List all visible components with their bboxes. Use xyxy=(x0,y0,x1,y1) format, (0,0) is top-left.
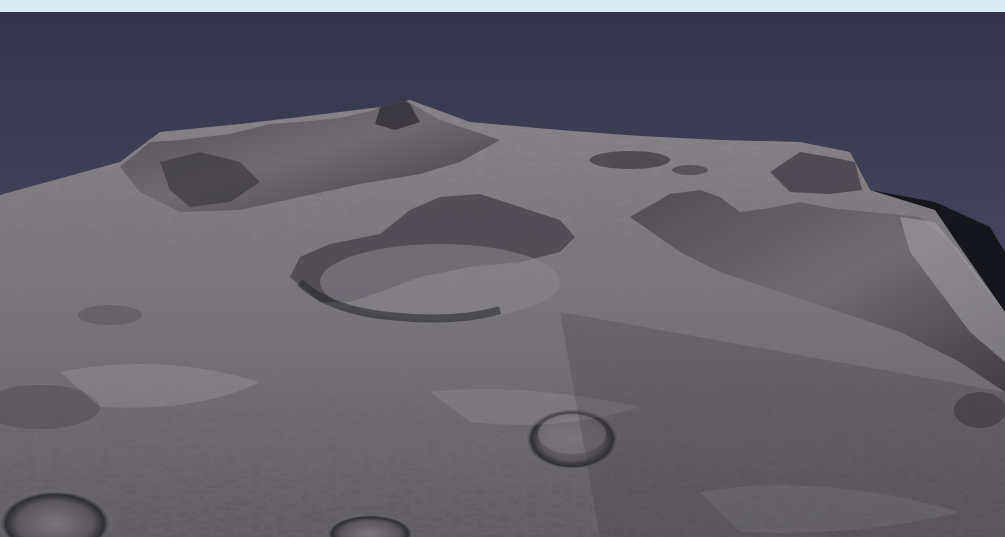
terrain-scene xyxy=(0,12,1005,537)
3d-viewport[interactable] xyxy=(0,12,1005,537)
top-strip xyxy=(0,0,1005,12)
back-crater xyxy=(590,151,670,169)
back-crater-small xyxy=(672,165,708,175)
crater-small-left xyxy=(78,305,142,325)
